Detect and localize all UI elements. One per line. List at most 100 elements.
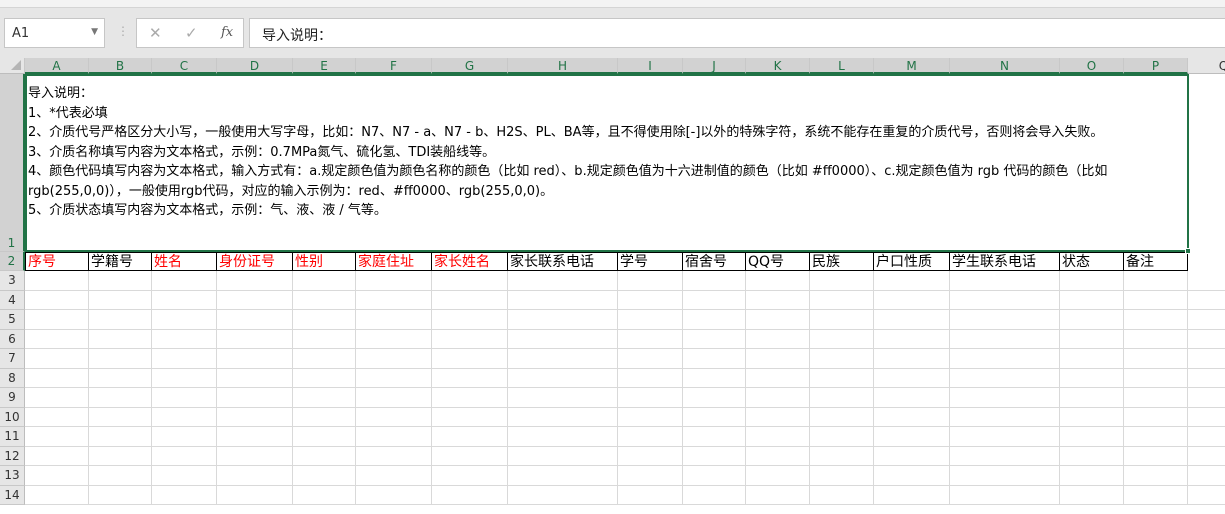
- cell[interactable]: [152, 310, 217, 330]
- cell[interactable]: [89, 446, 152, 466]
- cell[interactable]: [25, 427, 89, 447]
- cell[interactable]: [89, 310, 152, 330]
- cell[interactable]: [746, 485, 810, 505]
- cell[interactable]: [950, 446, 1060, 466]
- cell[interactable]: [1188, 310, 1225, 330]
- cell[interactable]: [25, 329, 89, 349]
- cell[interactable]: [746, 466, 810, 486]
- cell[interactable]: [683, 466, 746, 486]
- cell[interactable]: [810, 466, 874, 486]
- cell[interactable]: [25, 388, 89, 408]
- cell[interactable]: [432, 329, 508, 349]
- cell[interactable]: [874, 485, 950, 505]
- cell[interactable]: [874, 329, 950, 349]
- cell[interactable]: [874, 310, 950, 330]
- cell[interactable]: [152, 427, 217, 447]
- column-header-i[interactable]: I: [618, 58, 683, 74]
- header-cell[interactable]: 学生联系电话: [950, 252, 1060, 271]
- cell[interactable]: [746, 349, 810, 369]
- column-header-g[interactable]: G: [432, 58, 508, 74]
- cell[interactable]: [356, 427, 432, 447]
- cell[interactable]: [152, 271, 217, 291]
- formula-input[interactable]: 导入说明：: [249, 18, 1225, 48]
- cell[interactable]: [1188, 291, 1225, 310]
- cell[interactable]: [89, 466, 152, 486]
- cell[interactable]: [1188, 427, 1225, 447]
- instructions-merged-cell[interactable]: 导入说明： 1、*代表必填 2、介质代号严格区分大小写，一般使用大写字母，比如：N7…: [25, 74, 1189, 252]
- cell[interactable]: [293, 271, 356, 291]
- column-header-n[interactable]: N: [950, 58, 1060, 74]
- cell[interactable]: [89, 290, 152, 310]
- cell[interactable]: [508, 485, 618, 505]
- cell[interactable]: [217, 271, 293, 291]
- cell[interactable]: [89, 407, 152, 427]
- cell[interactable]: [683, 349, 746, 369]
- cell[interactable]: [1060, 290, 1124, 310]
- cell[interactable]: [874, 349, 950, 369]
- cell[interactable]: [432, 466, 508, 486]
- cell[interactable]: [810, 329, 874, 349]
- cell[interactable]: [1124, 427, 1188, 447]
- cell[interactable]: [508, 329, 618, 349]
- row-header-3[interactable]: 3: [0, 271, 25, 291]
- select-all-button[interactable]: [0, 58, 25, 74]
- header-cell[interactable]: 序号: [25, 252, 89, 271]
- cell[interactable]: [618, 310, 683, 330]
- cell[interactable]: [1124, 368, 1188, 388]
- header-cell[interactable]: 备注: [1124, 252, 1188, 271]
- cell[interactable]: [508, 368, 618, 388]
- cell[interactable]: [950, 349, 1060, 369]
- cell[interactable]: [810, 446, 874, 466]
- cell[interactable]: [1188, 271, 1225, 291]
- cell[interactable]: [152, 368, 217, 388]
- cell[interactable]: [746, 407, 810, 427]
- column-header-p[interactable]: P: [1124, 58, 1188, 74]
- cell[interactable]: [293, 407, 356, 427]
- cell[interactable]: [152, 466, 217, 486]
- cell[interactable]: [25, 349, 89, 369]
- cell[interactable]: [152, 446, 217, 466]
- cell[interactable]: [356, 349, 432, 369]
- cell[interactable]: [810, 388, 874, 408]
- cell[interactable]: [874, 368, 950, 388]
- row-header-11[interactable]: 11: [0, 427, 25, 447]
- cell[interactable]: [89, 329, 152, 349]
- cell[interactable]: [508, 466, 618, 486]
- column-header-a[interactable]: A: [25, 58, 89, 74]
- cell[interactable]: [1124, 329, 1188, 349]
- cell[interactable]: [432, 407, 508, 427]
- cell[interactable]: [1124, 466, 1188, 486]
- cell[interactable]: [950, 427, 1060, 447]
- cell[interactable]: [356, 368, 432, 388]
- header-cell[interactable]: 家庭住址: [356, 252, 432, 271]
- cell[interactable]: [508, 271, 618, 291]
- column-header-h[interactable]: H: [508, 58, 618, 74]
- cell[interactable]: [152, 349, 217, 369]
- cell[interactable]: [508, 388, 618, 408]
- cell[interactable]: [683, 368, 746, 388]
- cell[interactable]: [152, 407, 217, 427]
- cell[interactable]: [89, 388, 152, 408]
- cell[interactable]: [356, 310, 432, 330]
- name-box[interactable]: A1 ▼: [4, 18, 105, 48]
- row-header-12[interactable]: 12: [0, 446, 25, 466]
- cell[interactable]: [1060, 466, 1124, 486]
- header-cell[interactable]: 性别: [293, 252, 356, 271]
- cell[interactable]: [356, 290, 432, 310]
- cell[interactable]: [1188, 369, 1225, 388]
- cell[interactable]: [618, 466, 683, 486]
- cell[interactable]: [152, 388, 217, 408]
- cell[interactable]: [1060, 446, 1124, 466]
- cell[interactable]: [810, 349, 874, 369]
- cell[interactable]: [618, 388, 683, 408]
- cell[interactable]: [293, 446, 356, 466]
- row-header-6[interactable]: 6: [0, 329, 25, 349]
- cell[interactable]: [746, 427, 810, 447]
- column-header-k[interactable]: K: [746, 58, 810, 74]
- cell[interactable]: [432, 388, 508, 408]
- cell[interactable]: [810, 407, 874, 427]
- cell[interactable]: [356, 446, 432, 466]
- enter-icon[interactable]: ✓: [185, 24, 198, 42]
- cell[interactable]: [810, 310, 874, 330]
- row-header-14[interactable]: 14: [0, 485, 25, 505]
